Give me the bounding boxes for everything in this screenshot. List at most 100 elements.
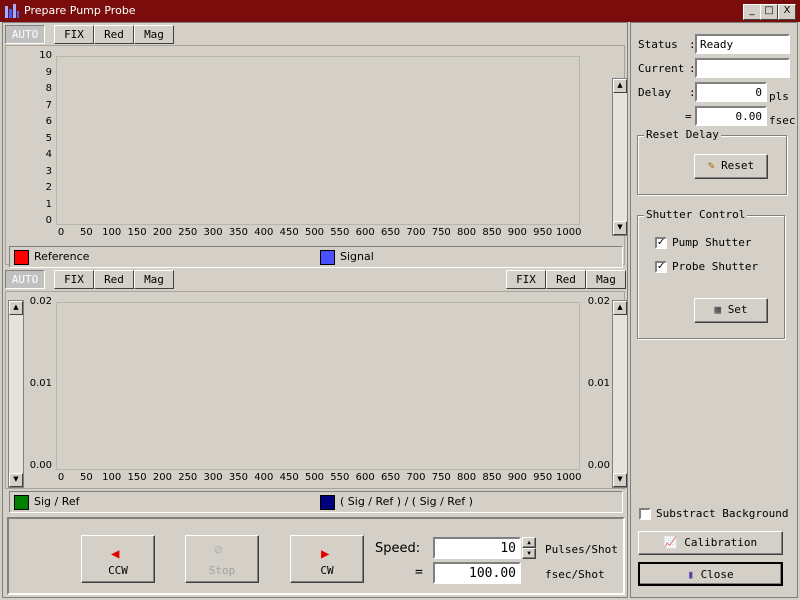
tick-label: 250 — [178, 472, 198, 483]
cw-button[interactable]: ▶ CW — [290, 535, 364, 583]
tick-label: 750 — [431, 227, 451, 238]
close-button[interactable]: ▮ Close — [638, 562, 783, 586]
tick-label: 150 — [127, 227, 147, 238]
tick-label: 500 — [304, 227, 325, 238]
bottom-mag-tab[interactable]: Mag — [134, 270, 174, 289]
subtract-background-checkbox[interactable] — [639, 508, 651, 520]
scroll-up-arrow[interactable]: ▲ — [9, 301, 23, 315]
stop-button[interactable]: ⊘ Stop — [185, 535, 259, 583]
title-bar[interactable]: Prepare Pump Probe _ □ X — [0, 0, 800, 22]
spinner-up-arrow[interactable]: ▲ — [522, 537, 536, 548]
close-window-button[interactable]: X — [778, 4, 796, 20]
tick-label: 1 — [45, 198, 52, 210]
legend-label-sig-ref: Sig / Ref — [34, 495, 80, 508]
scroll-up-arrow[interactable]: ▲ — [613, 79, 627, 93]
legend-swatch-ratio — [320, 495, 335, 510]
top-plot-canvas — [56, 56, 580, 225]
fsec-unit-label: fsec — [769, 114, 796, 127]
status-label: Status — [638, 38, 678, 51]
bottom-left-scrollbar[interactable]: ▲ ▼ — [8, 300, 24, 488]
top-mag-tab[interactable]: Mag — [134, 25, 174, 44]
tick-label: 850 — [482, 227, 502, 238]
bottom-right-fix-tab[interactable]: FIX — [506, 270, 546, 289]
pump-shutter-label: Pump Shutter — [672, 236, 752, 249]
delay-pls-field[interactable]: 0 — [695, 82, 767, 102]
speed-input[interactable]: 10 — [433, 537, 521, 559]
tick-label: 600 — [355, 227, 375, 238]
shutter-control-group: Shutter Control ✓ Pump Shutter ✓ Probe S… — [637, 208, 785, 339]
tick-label: 800 — [457, 472, 477, 483]
pump-shutter-checkbox[interactable]: ✓ — [655, 237, 667, 249]
tick-label: 450 — [279, 227, 299, 238]
tick-label: 0.00 — [587, 460, 610, 471]
top-red-tab[interactable]: Red — [94, 25, 134, 44]
bottom-plot-tabs-left: AUTO FIX Red Mag — [5, 270, 205, 290]
tick-label: 800 — [457, 227, 477, 238]
ccw-button[interactable]: ◀ CCW — [81, 535, 155, 583]
tick-label: 0 — [45, 215, 52, 226]
tick-label: 3 — [45, 165, 52, 177]
delay-fsec-field[interactable]: 0.00 — [695, 106, 767, 126]
probe-shutter-checkbox[interactable]: ✓ — [655, 261, 667, 273]
tick-label: 0 — [57, 227, 65, 238]
tick-label: 400 — [254, 472, 274, 483]
tick-label: 5 — [45, 132, 52, 144]
bottom-right-scrollbar[interactable]: ▲ ▼ — [612, 300, 628, 488]
top-fix-tab[interactable]: FIX — [54, 25, 94, 44]
bottom-auto-tab[interactable]: AUTO — [5, 270, 45, 289]
scroll-down-arrow[interactable]: ▼ — [613, 473, 627, 487]
current-label: Current — [638, 62, 685, 75]
tick-label: 0.01 — [29, 378, 52, 389]
probe-shutter-label: Probe Shutter — [672, 260, 759, 273]
set-button[interactable]: ▦ Set — [694, 298, 768, 323]
delay-label: Delay — [638, 86, 672, 99]
stop-icon: ⊘ — [214, 542, 223, 558]
close-button-label: Close — [700, 568, 734, 581]
reset-button[interactable]: ✎ Reset — [694, 154, 768, 179]
motor-control-panel: ◀ CCW ⊘ Stop ▶ CW Speed: 10 ▲ ▼ Pulses/S… — [7, 517, 625, 595]
app-icon — [4, 3, 20, 19]
tick-label: 10 — [39, 50, 52, 61]
scroll-down-arrow[interactable]: ▼ — [613, 221, 627, 235]
tick-label: 550 — [330, 227, 350, 238]
scroll-down-arrow[interactable]: ▼ — [9, 473, 23, 487]
bottom-right-red-tab[interactable]: Red — [546, 270, 586, 289]
calculator-icon: ▦ — [714, 303, 722, 316]
bottom-red-tab[interactable]: Red — [94, 270, 134, 289]
tick-label: 300 — [203, 227, 223, 238]
tick-label: 300 — [203, 472, 223, 483]
tick-label: 400 — [254, 227, 274, 238]
top-auto-tab[interactable]: AUTO — [5, 25, 45, 44]
ccw-label: CCW — [108, 564, 128, 577]
bottom-right-mag-tab[interactable]: Mag — [586, 270, 626, 289]
maximize-button[interactable]: □ — [760, 4, 778, 20]
calibration-button[interactable]: 📈 Calibration — [638, 531, 783, 555]
tick-label: 200 — [152, 227, 172, 238]
tick-label: 700 — [406, 227, 426, 238]
tick-label: 950 — [533, 227, 553, 238]
tick-label: 4 — [45, 149, 52, 160]
tick-label: 50 — [79, 227, 93, 238]
tick-label: 850 — [482, 472, 502, 483]
top-legend: Reference Signal — [9, 246, 623, 268]
window-title: Prepare Pump Probe — [24, 4, 136, 17]
reset-delay-group: Reset Delay ✎ Reset — [637, 128, 787, 195]
top-plot-scrollbar[interactable]: ▲ ▼ — [612, 78, 628, 236]
chart-icon: 📈 — [663, 536, 678, 549]
status-field: Ready — [695, 34, 790, 54]
spinner-down-arrow[interactable]: ▼ — [522, 548, 536, 559]
tick-label: 1000 — [556, 227, 582, 238]
tick-label: 350 — [228, 227, 248, 238]
minimize-button[interactable]: _ — [743, 4, 761, 20]
fsec-per-shot-input[interactable]: 100.00 — [433, 562, 521, 584]
scroll-up-arrow[interactable]: ▲ — [613, 301, 627, 315]
legend-swatch-sig-ref — [14, 495, 29, 510]
bottom-fix-tab[interactable]: FIX — [54, 270, 94, 289]
speed-spinner[interactable]: ▲ ▼ — [522, 537, 536, 559]
tick-label: 700 — [406, 472, 426, 483]
tick-label: 200 — [152, 472, 172, 483]
bottom-plot-tabs-right: FIX Red Mag — [506, 270, 626, 290]
top-plot: 10 9 8 7 6 5 4 3 2 1 0 0 50 100 150 200 250 300 350 400 450… — [5, 45, 628, 265]
bottom-plot: ▲ ▼ 0.02 0.01 0.00 0.02 0.01 0.00 0 50 100 150 2… — [5, 291, 628, 489]
speed-equals: = — [415, 565, 423, 580]
